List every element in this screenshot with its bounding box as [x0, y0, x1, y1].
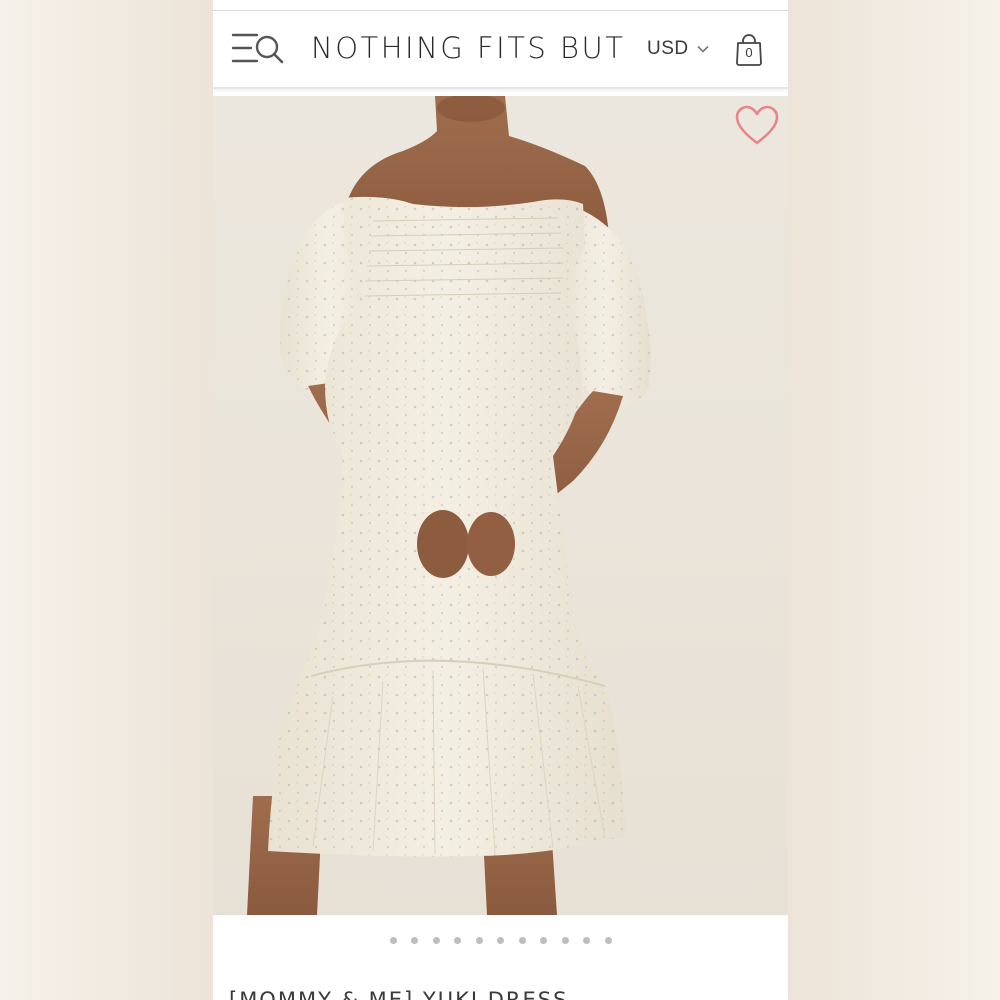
mobile-screen: NOTHING FITS BUT USD 0 [MOMMY & ME] YUKI… [213, 0, 788, 1000]
backdrop-left [0, 0, 213, 1000]
product-image[interactable] [213, 96, 788, 915]
heart-icon[interactable] [734, 104, 780, 146]
currency-label: USD [647, 38, 689, 59]
cart-count-badge: 0 [745, 45, 753, 60]
pagination-dot[interactable] [475, 937, 483, 944]
brand-logo[interactable]: NOTHING FITS BUT [311, 31, 625, 65]
chevron-down-icon [697, 45, 709, 53]
pagination-dot[interactable] [518, 937, 526, 944]
pagination-dot[interactable] [389, 937, 397, 944]
pagination-dot[interactable] [561, 937, 569, 944]
backdrop-right [788, 0, 1000, 1000]
pagination-dot[interactable] [454, 937, 461, 944]
pagination-dot[interactable] [540, 937, 547, 944]
pagination-dot[interactable] [411, 937, 418, 944]
image-pagination [213, 937, 788, 944]
pagination-dot[interactable] [432, 937, 440, 944]
pagination-dot[interactable] [583, 937, 590, 944]
cart-button[interactable]: 0 [734, 34, 764, 66]
pagination-dot[interactable] [497, 937, 504, 944]
site-header: NOTHING FITS BUT USD 0 [213, 11, 788, 89]
menu-search-icon[interactable] [231, 29, 285, 69]
pagination-dot[interactable] [604, 937, 612, 944]
product-title: [MOMMY & ME] YUKI DRESS [229, 988, 569, 1000]
dress-illustration [247, 96, 651, 915]
currency-selector[interactable]: USD [647, 38, 709, 60]
